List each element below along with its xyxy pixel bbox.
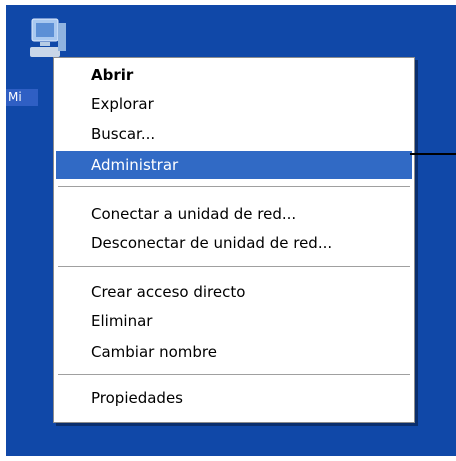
menu-item-cambiar-nombre[interactable]: Cambiar nombre xyxy=(56,338,412,366)
menu-item-eliminar[interactable]: Eliminar xyxy=(56,307,412,335)
desktop-icon-label[interactable]: Mi xyxy=(6,89,38,106)
menu-separator xyxy=(58,374,410,375)
menu-item-buscar[interactable]: Buscar... xyxy=(56,120,412,148)
callout-pointer-line xyxy=(410,153,456,155)
menu-separator xyxy=(58,186,410,187)
menu-item-explorar[interactable]: Explorar xyxy=(56,90,412,118)
menu-item-propiedades[interactable]: Propiedades xyxy=(56,384,412,412)
menu-item-desconectar-unidad-red[interactable]: Desconectar de unidad de red... xyxy=(56,229,412,257)
menu-separator xyxy=(58,266,410,267)
context-menu: Abrir Explorar Buscar... Administrar Con… xyxy=(53,57,415,423)
menu-item-conectar-unidad-red[interactable]: Conectar a unidad de red... xyxy=(56,200,412,228)
menu-item-crear-acceso-directo[interactable]: Crear acceso directo xyxy=(56,278,412,306)
menu-item-administrar[interactable]: Administrar xyxy=(56,151,412,179)
menu-item-abrir[interactable]: Abrir xyxy=(56,61,412,89)
